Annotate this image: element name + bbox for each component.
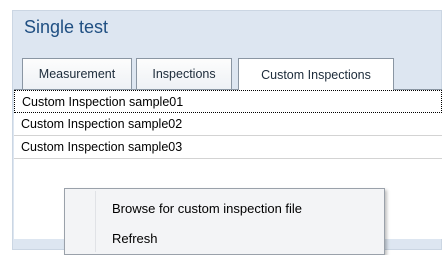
- tab-measurement[interactable]: Measurement: [22, 58, 132, 89]
- list-item[interactable]: Custom Inspection sample01: [14, 90, 442, 113]
- tab-inspections[interactable]: Inspections: [136, 58, 232, 89]
- context-menu: Browse for custom inspection file Refres…: [64, 188, 385, 255]
- tab-custom-inspections[interactable]: Custom Inspections: [238, 58, 394, 90]
- panel-title: Single test: [24, 17, 109, 37]
- menu-item-browse-custom-inspection[interactable]: Browse for custom inspection file: [112, 201, 302, 216]
- list-item[interactable]: Custom Inspection sample02: [14, 113, 442, 136]
- menu-item-refresh[interactable]: Refresh: [112, 231, 158, 246]
- list-item[interactable]: Custom Inspection sample03: [14, 136, 442, 159]
